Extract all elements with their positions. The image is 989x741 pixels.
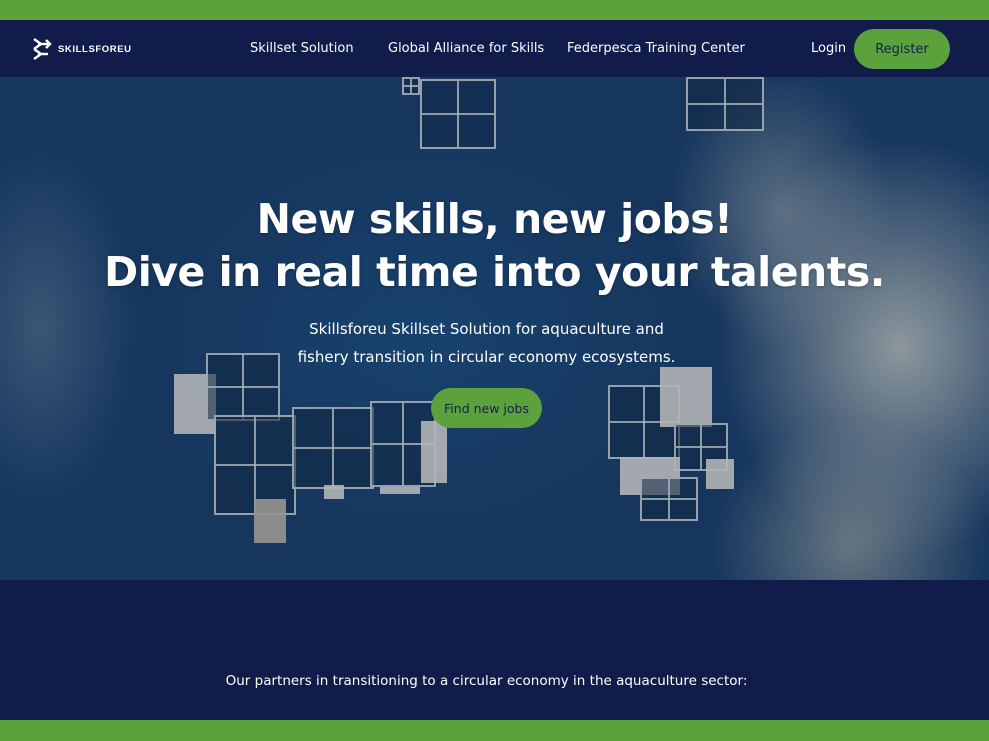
logo-text: SKILLSFOREU [58,43,132,55]
partners-section: Our partners in transitioning to a circu… [0,580,989,720]
register-button[interactable]: Register [854,29,950,69]
hero-title-line-1: New skills, new jobs! [256,195,733,243]
brand-logo[interactable]: SKILLSFOREU [32,37,132,61]
hero-subtitle: Skillsforeu Skillset Solution for aquacu… [0,315,973,371]
partners-heading: Our partners in transitioning to a circu… [225,673,748,689]
hero-subtitle-line-2: fishery transition in circular economy e… [297,348,676,366]
nav-link-skillset-solution[interactable]: Skillset Solution [250,40,354,58]
bottom-accent-strip [0,720,989,741]
hero-subtitle-line-1: Skillsforeu Skillset Solution for aquacu… [309,320,664,338]
find-new-jobs-button[interactable]: Find new jobs [431,388,542,428]
login-link[interactable]: Login [811,40,846,58]
top-accent-strip [0,0,989,20]
nav-link-global-alliance[interactable]: Global Alliance for Skills [388,40,544,58]
logo-arrows-icon [33,38,52,60]
hero-title-line-2: Dive in real time into your talents. [104,248,885,296]
navbar: SKILLSFOREU Skillset Solution Global All… [0,20,989,77]
hero-title: New skills, new jobs! Dive in real time … [0,193,989,299]
nav-link-federpesca-training[interactable]: Federpesca Training Center [567,40,745,58]
hero-section: New skills, new jobs! Dive in real time … [0,77,989,580]
